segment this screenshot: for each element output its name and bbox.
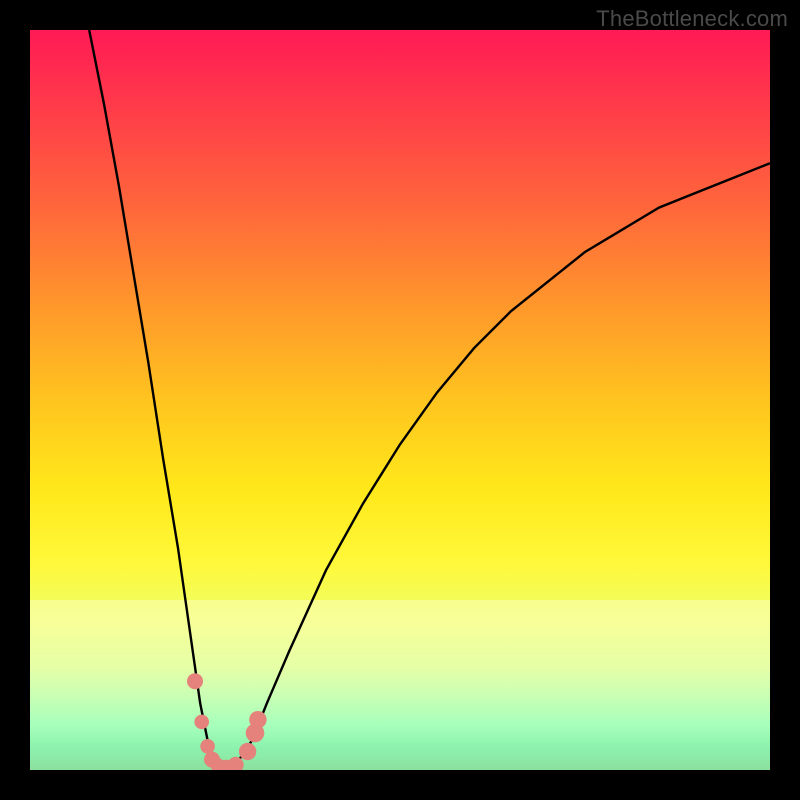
plot-area	[30, 30, 770, 770]
curve-marker	[200, 739, 215, 754]
attribution-text: TheBottleneck.com	[596, 6, 788, 32]
bottleneck-curve	[30, 30, 770, 770]
curve-path	[89, 30, 770, 770]
curve-marker	[249, 711, 266, 728]
curve-marker	[187, 673, 203, 689]
curve-marker	[228, 757, 244, 770]
chart-frame: TheBottleneck.com	[0, 0, 800, 800]
curve-marker	[194, 715, 209, 730]
curve-marker	[239, 743, 256, 760]
curve-markers	[187, 673, 267, 770]
